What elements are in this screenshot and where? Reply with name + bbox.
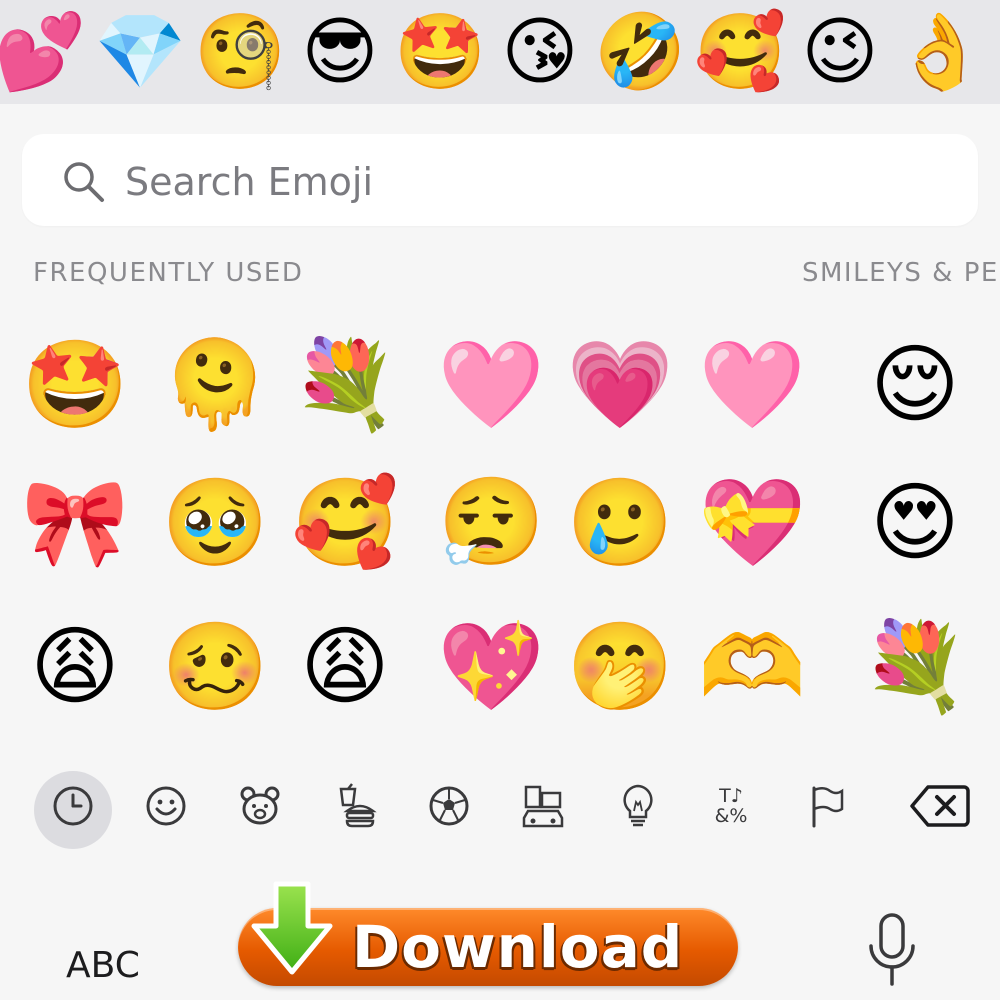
symbols-icon[interactable]: T♪ &% [701,776,761,836]
symbols-glyph-bottom: &% [714,805,748,827]
backspace-icon[interactable] [908,776,972,836]
emoji-key[interactable]: 🩷 [697,330,807,440]
search-icon [64,162,104,202]
flags-icon[interactable] [796,776,856,836]
emoji-key[interactable]: 🥹 [160,468,270,578]
emoji-key[interactable]: 🫠 [160,330,270,440]
emoji-key[interactable]: 💖 [436,612,546,722]
emoji-key[interactable]: 💝 [697,468,807,578]
winking-face-emoji[interactable]: 😉 [794,6,886,98]
abc-keyboard-button[interactable]: ABC [66,944,140,988]
ok-hand-emoji[interactable]: 👌 [894,6,986,98]
smiling-hearts-emoji[interactable]: 🥰 [694,6,786,98]
download-arrow-icon [251,881,333,975]
blowing-kiss-emoji[interactable]: 😘 [494,6,586,98]
download-label[interactable]: Download [352,912,683,982]
section-smileys-people[interactable]: SMILEYS & PE [802,256,999,290]
objects-lightbulb-icon[interactable] [608,776,668,836]
emoji-key[interactable]: 😌 [860,330,970,440]
emoji-key[interactable]: 🥴 [160,612,270,722]
monocle-face-emoji[interactable]: 🧐 [194,6,286,98]
emoji-key[interactable]: 😩 [290,612,400,722]
animals-bear-icon[interactable] [230,776,290,836]
emoji-key[interactable]: 🤭 [565,612,675,722]
activity-soccer-icon[interactable] [419,776,479,836]
microphone-icon[interactable] [866,912,918,992]
two-hearts-emoji[interactable]: 💕 [0,6,86,98]
emoji-key[interactable]: 🥲 [565,468,675,578]
symbols-glyph-top: T♪ [719,785,743,807]
rolling-laughing-emoji[interactable]: 🤣 [594,6,686,98]
gem-emoji[interactable]: 💎 [94,6,186,98]
recent-clock-icon[interactable] [43,776,103,836]
smileys-icon[interactable] [136,776,196,836]
emoji-key[interactable]: 😩 [20,612,130,722]
sunglasses-face-emoji[interactable]: 😎 [294,6,386,98]
travel-places-icon[interactable] [513,776,573,836]
search-placeholder[interactable]: Search Emoji [125,160,373,204]
star-struck-emoji[interactable]: 🤩 [394,6,486,98]
emoji-key[interactable]: 😍 [860,468,970,578]
emoji-key[interactable]: 🫶 [697,612,807,722]
emoji-key[interactable]: 🤩 [20,330,130,440]
section-frequently-used[interactable]: FREQUENTLY USED [33,256,303,290]
emoji-key[interactable]: 💐 [290,330,400,440]
emoji-key[interactable]: 😮‍💨 [436,468,546,578]
emoji-key[interactable]: 🩷 [436,330,546,440]
emoji-key[interactable]: 🥰 [290,468,400,578]
emoji-key[interactable]: 💐 [860,612,970,722]
emoji-key[interactable]: 🎀 [20,468,130,578]
food-drink-icon[interactable] [326,776,386,836]
emoji-key[interactable]: 💗 [565,330,675,440]
